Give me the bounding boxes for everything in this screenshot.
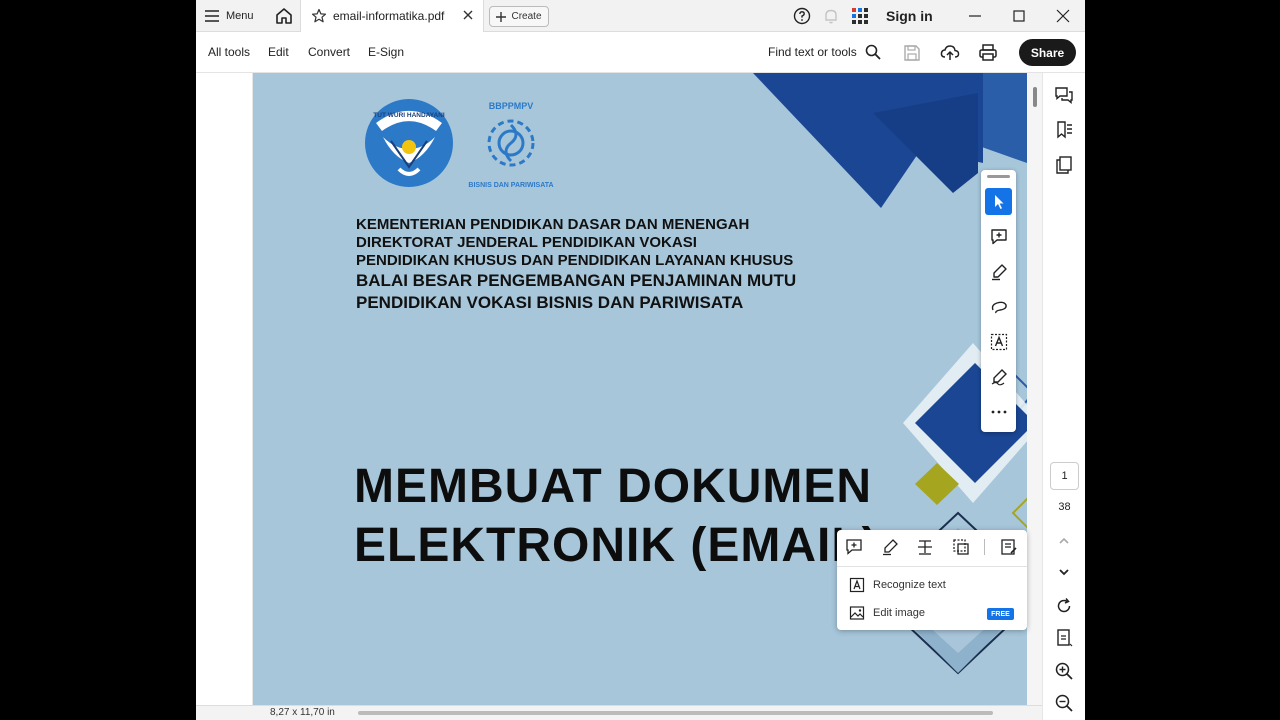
text-box-icon bbox=[990, 333, 1007, 350]
right-rail: 1 38 bbox=[1042, 73, 1085, 720]
sign-icon bbox=[991, 368, 1007, 385]
select-cursor-icon bbox=[994, 194, 1003, 209]
header-line-2: DIREKTORAT JENDERAL PENDIDIKAN VOKASI bbox=[356, 234, 697, 251]
window-close-icon[interactable] bbox=[1053, 6, 1073, 26]
edit-image-item[interactable]: Edit image bbox=[849, 605, 925, 621]
status-bar: 8,27 x 11,70 in bbox=[196, 705, 1042, 720]
bbppmpv-logo: BBPPMPV BISNIS DAN PARIWISATA bbox=[468, 101, 553, 189]
recognize-text-item[interactable]: Recognize text bbox=[849, 577, 946, 593]
more-icon bbox=[991, 410, 1006, 413]
more-tools-button[interactable] bbox=[985, 398, 1012, 425]
edit-image-label: Edit image bbox=[873, 607, 925, 619]
select-tool-button[interactable] bbox=[985, 188, 1012, 215]
page-number-input[interactable]: 1 bbox=[1050, 462, 1079, 490]
horizontal-scrollbar[interactable] bbox=[358, 711, 993, 715]
header-line-1: KEMENTERIAN PENDIDIKAN DASAR DAN MENENGA… bbox=[356, 216, 750, 233]
popup-separator bbox=[837, 566, 1027, 567]
plus-icon bbox=[496, 11, 507, 22]
logo-subtitle: BISNIS DAN PARIWISATA bbox=[468, 182, 553, 189]
chevron-up-icon[interactable] bbox=[1054, 531, 1074, 551]
create-label: Create bbox=[511, 11, 542, 22]
pages-icon[interactable] bbox=[1054, 155, 1074, 175]
apps-icon[interactable] bbox=[851, 7, 869, 25]
document-edit-icon[interactable] bbox=[1000, 538, 1018, 556]
convert-link[interactable]: Convert bbox=[308, 45, 350, 59]
recognize-text-icon bbox=[849, 577, 865, 593]
text-box-button[interactable] bbox=[985, 328, 1012, 355]
tut-wuri-logo: TUT WURI HANDAYANI bbox=[365, 99, 453, 187]
header-line-4: BALAI BESAR PENGEMBANGAN PENJAMINAN MUTU bbox=[356, 271, 797, 290]
home-icon[interactable] bbox=[274, 6, 294, 26]
sign-in-button[interactable]: Sign in bbox=[886, 8, 933, 24]
menu-icon bbox=[205, 10, 219, 22]
draw-button[interactable] bbox=[985, 293, 1012, 320]
free-badge: FREE bbox=[987, 608, 1014, 620]
all-tools-link[interactable]: All tools bbox=[208, 45, 250, 59]
highlight-button[interactable] bbox=[985, 258, 1012, 285]
left-panel bbox=[196, 73, 253, 720]
vertical-scrollbar[interactable] bbox=[1027, 73, 1042, 705]
draw-icon bbox=[991, 301, 1007, 313]
scroll-thumb[interactable] bbox=[1033, 87, 1037, 107]
bookmarks-icon[interactable] bbox=[1054, 120, 1074, 140]
title-bar: Menu email-informatika.pdf Create Sign i… bbox=[196, 0, 1085, 32]
zoom-in-icon[interactable] bbox=[1054, 661, 1074, 681]
logo-motto: TUT WURI HANDAYANI bbox=[373, 112, 445, 119]
minimize-icon[interactable] bbox=[965, 6, 985, 26]
maximize-icon[interactable] bbox=[1009, 6, 1029, 26]
esign-link[interactable]: E-Sign bbox=[368, 45, 404, 59]
panel-grip[interactable] bbox=[987, 175, 1010, 178]
menu-label: Menu bbox=[226, 10, 254, 22]
add-comment-button[interactable] bbox=[985, 223, 1012, 250]
logo-name: BBPPMPV bbox=[489, 101, 534, 111]
menu-button[interactable]: Menu bbox=[204, 6, 254, 26]
chevron-down-icon[interactable] bbox=[1054, 562, 1074, 582]
create-button[interactable]: Create bbox=[489, 6, 549, 27]
quick-tools-panel bbox=[981, 170, 1016, 432]
tab-title: email-informatika.pdf bbox=[333, 9, 445, 23]
doc-title-line-2: ELEKTRONIK (EMAIL) bbox=[354, 519, 879, 572]
main-toolbar: All tools Edit Convert E-Sign Find text … bbox=[196, 33, 1085, 73]
edit-link[interactable]: Edit bbox=[268, 45, 289, 59]
close-icon[interactable] bbox=[461, 8, 475, 22]
star-icon[interactable] bbox=[311, 8, 327, 24]
header-line-5: PENDIDIKAN VOKASI BISNIS DAN PARIWISATA bbox=[356, 293, 744, 312]
print-icon[interactable] bbox=[978, 43, 998, 63]
page-size-label: 8,27 x 11,70 in bbox=[270, 707, 335, 718]
recognize-text-label: Recognize text bbox=[873, 579, 946, 591]
rotate-icon[interactable] bbox=[1054, 596, 1074, 616]
page-total: 38 bbox=[1058, 501, 1071, 513]
share-button[interactable]: Share bbox=[1019, 39, 1076, 66]
add-comment-icon bbox=[990, 228, 1007, 244]
popup-divider bbox=[984, 539, 985, 555]
save-icon[interactable] bbox=[902, 43, 922, 63]
doc-title-line-1: MEMBUAT DOKUMEN bbox=[354, 460, 873, 513]
find-label: Find text or tools bbox=[768, 45, 857, 59]
document-tab[interactable]: email-informatika.pdf bbox=[300, 0, 484, 32]
strikethrough-icon[interactable] bbox=[916, 538, 934, 556]
edit-context-popup: Recognize text Edit image FREE bbox=[837, 530, 1027, 630]
find-tool[interactable]: Find text or tools bbox=[768, 44, 881, 60]
highlight-icon bbox=[991, 263, 1007, 280]
acrobat-window: Menu email-informatika.pdf Create Sign i… bbox=[196, 0, 1085, 720]
edit-image-icon bbox=[849, 606, 865, 620]
zoom-out-icon[interactable] bbox=[1054, 693, 1074, 713]
select-area-icon[interactable] bbox=[952, 538, 970, 556]
highlight-icon[interactable] bbox=[881, 538, 899, 556]
search-icon bbox=[865, 44, 881, 60]
add-comment-icon[interactable] bbox=[845, 538, 863, 556]
header-line-3: PENDIDIKAN KHUSUS DAN PENDIDIKAN LAYANAN… bbox=[356, 252, 794, 269]
bell-icon[interactable] bbox=[822, 7, 840, 25]
upload-icon[interactable] bbox=[940, 43, 960, 63]
comments-icon[interactable] bbox=[1054, 85, 1074, 105]
sign-button[interactable] bbox=[985, 363, 1012, 390]
fit-page-icon[interactable] bbox=[1054, 628, 1074, 648]
help-icon[interactable] bbox=[793, 7, 811, 25]
